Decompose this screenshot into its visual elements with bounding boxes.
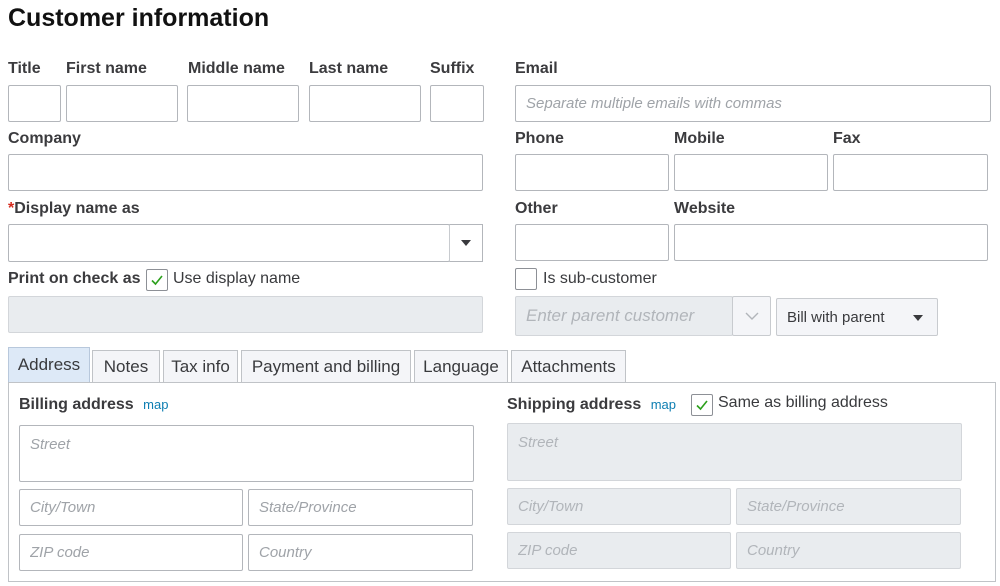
shipping-address-label-text: Shipping address [507,396,642,413]
suffix-input[interactable] [430,85,484,122]
checkmark-icon [151,275,163,286]
display-name-label-text: Display name as [14,200,140,217]
billing-address-label-text: Billing address [19,396,134,413]
shipping-state-input[interactable] [736,488,961,525]
last-name-input[interactable] [309,85,421,122]
phone-input[interactable] [515,154,669,191]
sub-customer-label: Is sub-customer [543,270,657,287]
phone-label: Phone [515,130,564,147]
middle-name-label: Middle name [188,60,285,77]
shipping-city-input[interactable] [507,488,731,525]
sub-customer-checkbox[interactable] [515,268,537,290]
print-on-check-input[interactable] [8,296,483,333]
shipping-country-input[interactable] [736,532,961,569]
last-name-label: Last name [309,60,389,77]
website-label: Website [674,200,736,217]
title-input[interactable] [8,85,61,122]
mobile-input[interactable] [674,154,828,191]
website-input[interactable] [674,224,988,261]
company-input[interactable] [8,154,483,191]
same-as-billing-checkbox[interactable] [691,394,713,416]
other-label: Other [515,200,558,217]
email-input[interactable] [515,85,991,122]
billing-map-link[interactable]: map [143,397,168,412]
billing-country-input[interactable] [248,534,473,571]
suffix-label: Suffix [430,60,475,77]
title-label: Title [8,60,41,77]
print-on-check-label: Print on check as [8,270,141,287]
shipping-address-label: Shipping address map [507,396,676,414]
chevron-down-icon [461,240,471,246]
billing-state-input[interactable] [248,489,473,526]
tab-notes[interactable]: Notes [92,350,160,382]
billing-zip-input[interactable] [19,534,243,571]
display-name-label: *Display name as [8,200,140,218]
use-display-name-label: Use display name [173,270,301,287]
first-name-label: First name [66,60,147,77]
bill-with-select[interactable]: Bill with parent [776,298,938,336]
fax-label: Fax [833,130,861,147]
mobile-label: Mobile [674,130,725,147]
tab-payment-and-billing[interactable]: Payment and billing [241,350,411,382]
display-name-input[interactable] [8,224,450,262]
shipping-zip-input[interactable] [507,532,731,569]
use-display-name-checkbox[interactable] [146,269,168,291]
shipping-map-link[interactable]: map [651,397,676,412]
tab-attachments[interactable]: Attachments [511,350,626,382]
first-name-input[interactable] [66,85,178,122]
billing-street-input[interactable] [19,425,474,482]
parent-customer-input[interactable] [515,296,733,336]
parent-customer-dropdown[interactable] [732,296,771,336]
tab-tax-info[interactable]: Tax info [163,350,238,382]
chevron-down-icon [913,315,923,321]
billing-address-label: Billing address map [19,396,168,414]
email-label: Email [515,60,558,77]
display-name-dropdown-button[interactable] [449,224,483,262]
tab-address[interactable]: Address [8,347,90,382]
checkmark-icon [696,400,708,411]
tab-language[interactable]: Language [414,350,508,382]
fax-input[interactable] [833,154,988,191]
same-as-billing-label: Same as billing address [718,394,888,411]
company-label: Company [8,130,81,147]
bill-with-value: Bill with parent [787,308,885,326]
middle-name-input[interactable] [187,85,299,122]
page-title: Customer information [8,4,270,32]
billing-city-input[interactable] [19,489,243,526]
other-input[interactable] [515,224,669,261]
shipping-street-input[interactable] [507,423,962,481]
chevron-down-icon [745,312,758,320]
